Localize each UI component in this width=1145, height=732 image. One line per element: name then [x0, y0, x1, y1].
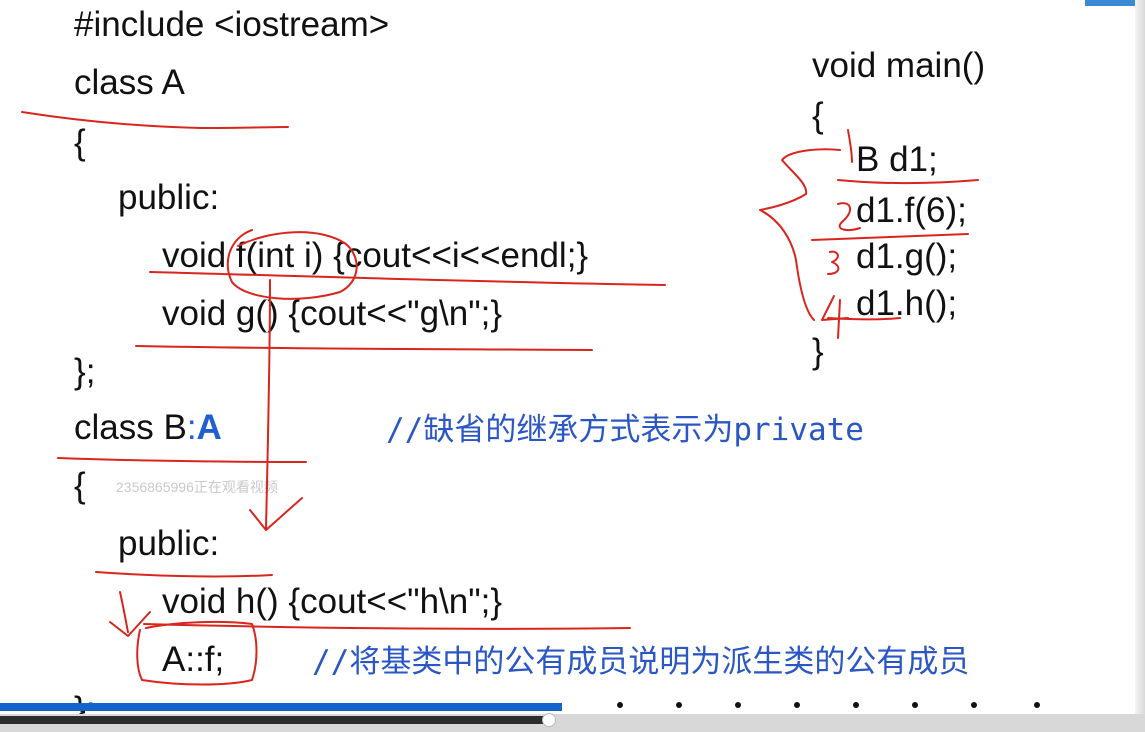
slide-dot [676, 702, 682, 708]
underline-class-a [21, 111, 289, 129]
pen-annotations [21, 111, 979, 686]
mark-1 [847, 129, 853, 163]
underline-g-decl [135, 345, 593, 351]
mark-3 [827, 250, 840, 275]
slide-dot [912, 702, 918, 708]
underline-h-decl [143, 623, 631, 630]
mark-4 [821, 295, 849, 339]
slide-dot [971, 702, 977, 708]
slide-dot [735, 702, 741, 708]
progress-buffer-bar[interactable] [0, 716, 548, 724]
brace-main [759, 148, 841, 321]
underline-public-b [95, 571, 273, 578]
slide-dot [617, 702, 623, 708]
arrow-h-to-using [119, 591, 129, 633]
underline-stmt-2 [811, 233, 969, 241]
arrow-head [249, 497, 303, 531]
circle-f-param [226, 229, 358, 300]
slide-dot [853, 702, 859, 708]
underline-f-decl [149, 271, 666, 286]
underline-stmt-1 [837, 179, 979, 184]
mark-2 [837, 202, 861, 231]
progress-scrubber-handle[interactable] [542, 713, 556, 727]
underline-class-b [57, 457, 307, 463]
box-using-f [136, 620, 258, 686]
slide-dot [1034, 702, 1040, 708]
slide-dot [794, 702, 800, 708]
progress-played-bar[interactable] [0, 703, 562, 711]
arrow-f-to-public [265, 279, 271, 529]
